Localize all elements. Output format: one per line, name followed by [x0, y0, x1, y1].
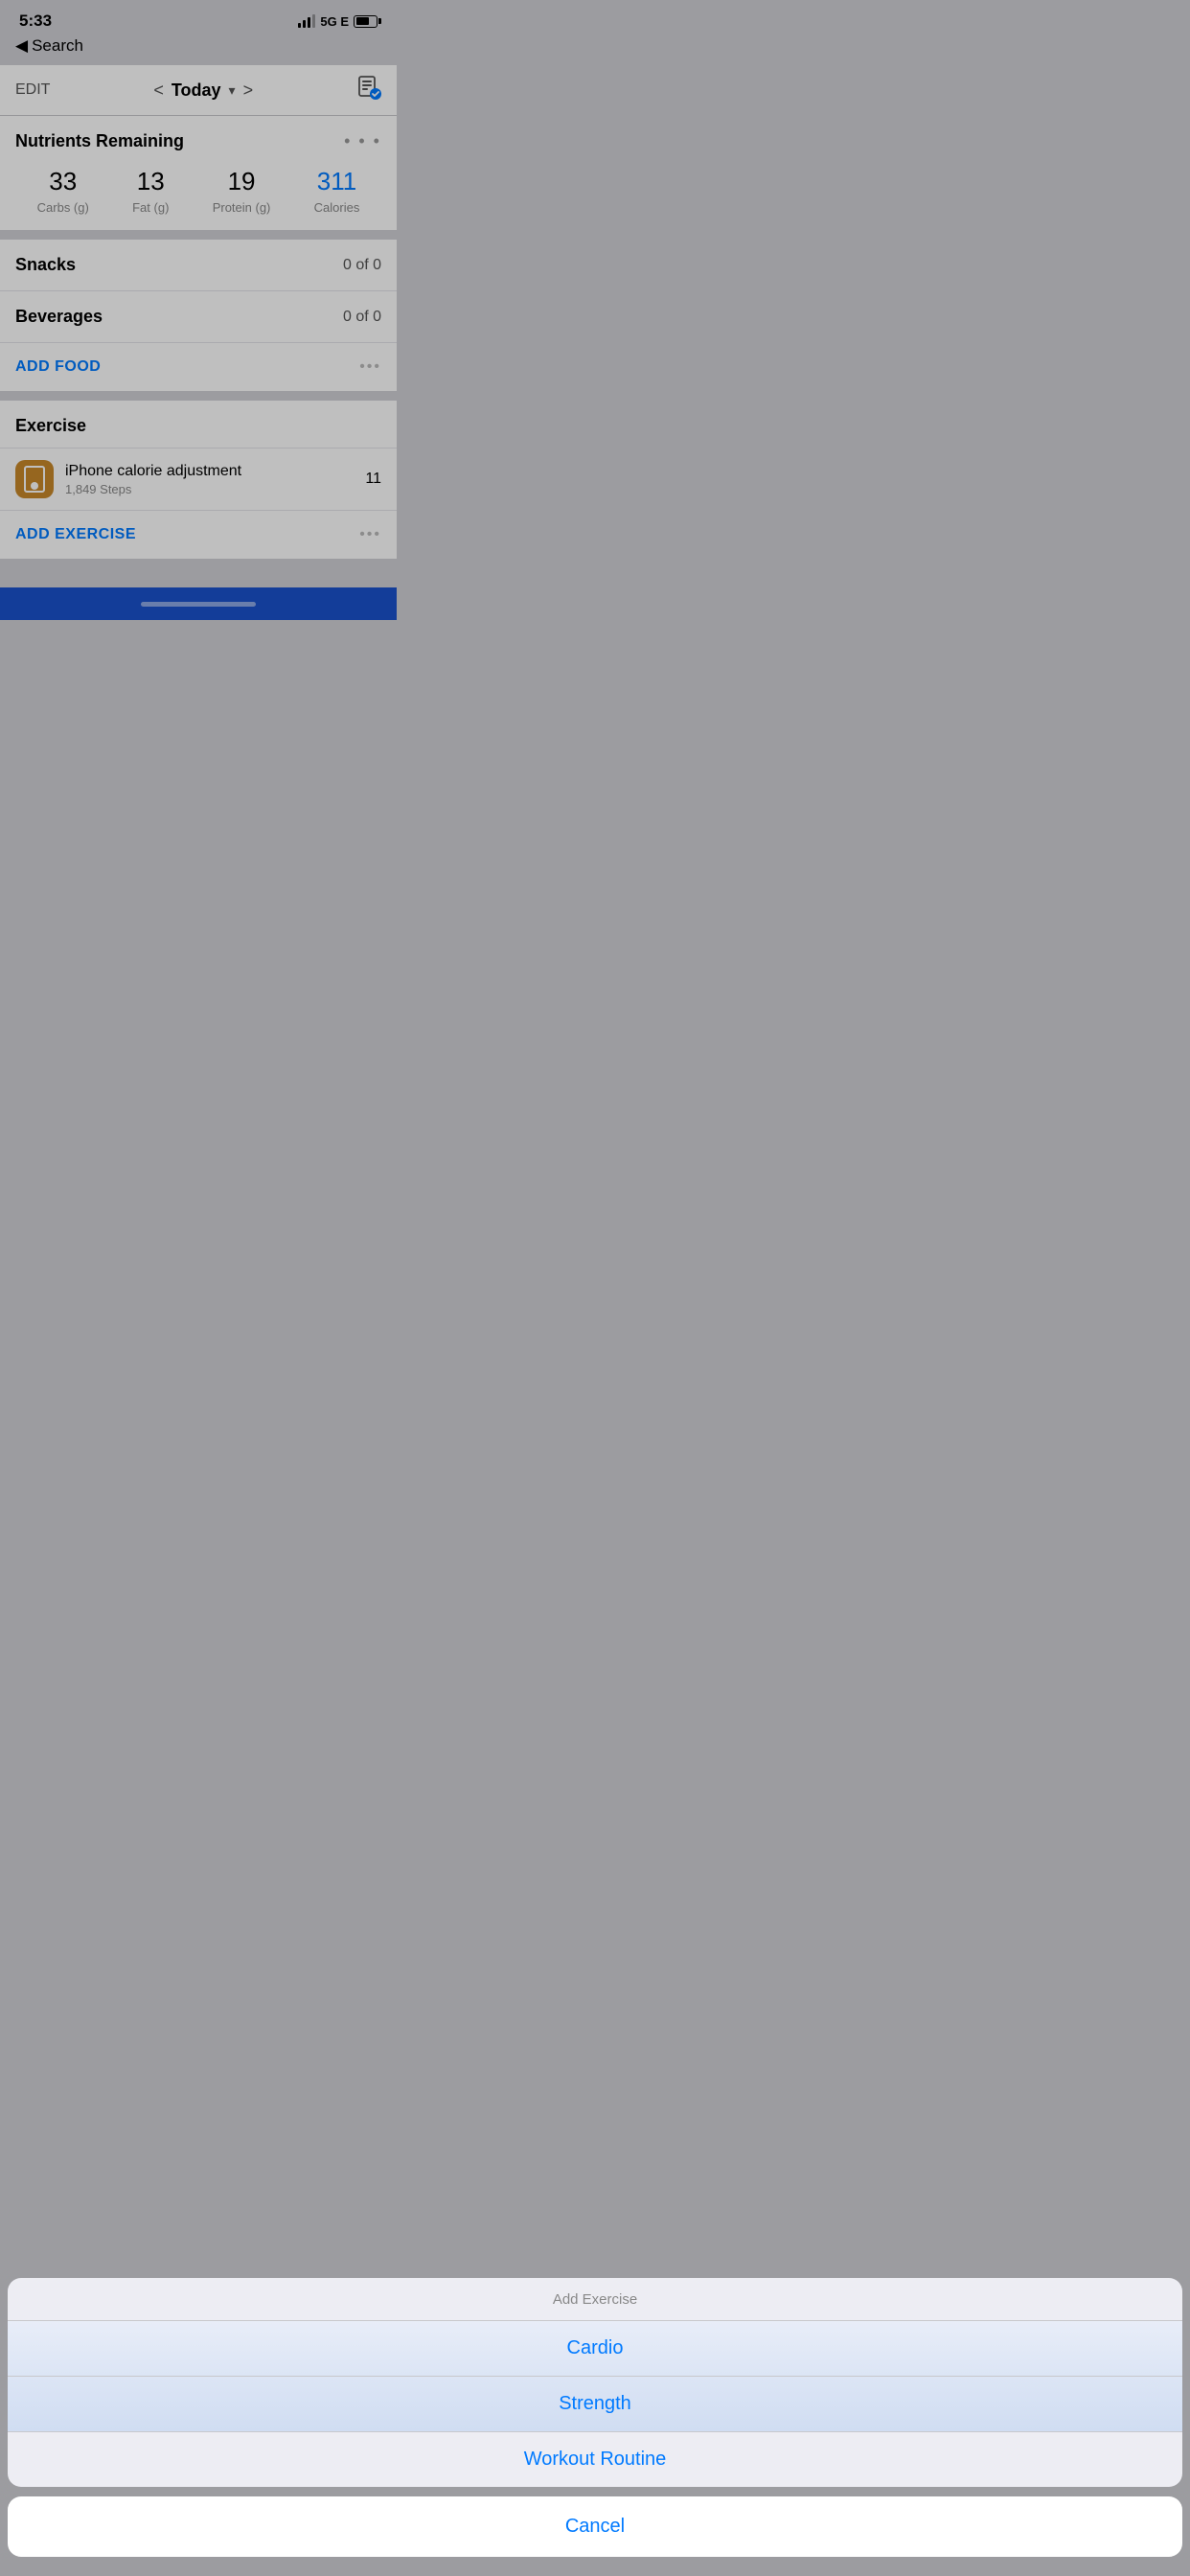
workout-routine-label: Workout Routine	[524, 2449, 667, 2470]
cancel-label: Cancel	[565, 2516, 625, 2537]
cardio-label: Cardio	[567, 2337, 624, 2358]
strength-label: Strength	[559, 2393, 631, 2414]
action-sheet-title: Add Exercise	[553, 2291, 637, 2308]
cancel-sheet[interactable]: Cancel	[8, 2496, 1182, 2557]
workout-routine-option[interactable]: Workout Routine	[8, 2432, 1182, 2487]
action-sheet-overlay: Add Exercise Cardio Strength Workout Rou…	[0, 0, 1190, 2576]
action-sheet-header: Add Exercise	[8, 2278, 1182, 2321]
cancel-item[interactable]: Cancel	[8, 2496, 1182, 2557]
action-sheet: Add Exercise Cardio Strength Workout Rou…	[8, 2278, 1182, 2487]
strength-option[interactable]: Strength	[8, 2377, 1182, 2432]
cardio-option[interactable]: Cardio	[8, 2321, 1182, 2377]
